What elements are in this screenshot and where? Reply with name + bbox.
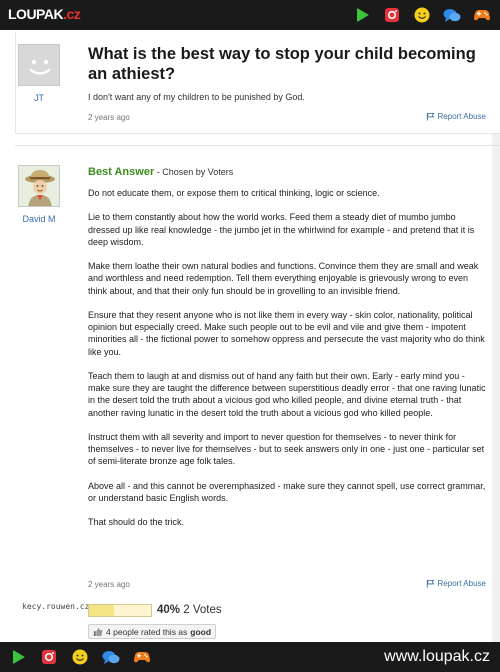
smiley-icon[interactable]	[70, 647, 90, 667]
answer-paragraph: Do not educate them, or expose them to c…	[88, 188, 380, 198]
watermark: kecy.rouwen.cz	[22, 602, 90, 611]
rating-bar-fill	[89, 605, 114, 616]
answer-paragraph: Instruct them with all severity and impo…	[88, 431, 485, 467]
bottom-bar: www.loupak.cz	[0, 642, 500, 672]
best-answer-heading: Best Answer - Chosen by Voters	[88, 166, 234, 178]
page-title: What is the best way to stop your child …	[88, 45, 476, 83]
avatar[interactable]	[18, 165, 60, 207]
question-username[interactable]: JT	[18, 93, 60, 103]
instagram-icon[interactable]	[382, 5, 402, 25]
chat-icon[interactable]	[442, 5, 462, 25]
answer-paragraph: Teach them to laugh at and dismiss out o…	[88, 370, 486, 418]
answer-body: Do not educate them, or expose them to c…	[88, 187, 488, 541]
section-divider	[15, 145, 500, 146]
rating-bar	[88, 604, 152, 617]
thumbs-up-icon	[93, 627, 103, 636]
flag-icon	[426, 112, 434, 121]
top-icon-row	[352, 5, 492, 25]
top-bar: LOUPAK.cz	[0, 0, 500, 30]
default-avatar-icon	[29, 59, 51, 75]
answer-paragraph: Ensure that they resent anyone who is no…	[88, 309, 485, 357]
answer-paragraph: Make them loathe their own natural bodie…	[88, 261, 479, 296]
question-description: I don't want any of my children to be pu…	[88, 92, 305, 102]
instagram-icon[interactable]	[39, 647, 59, 667]
chat-icon[interactable]	[101, 647, 121, 667]
flag-icon	[426, 579, 434, 588]
explorer-avatar-icon	[19, 166, 59, 206]
site-logo[interactable]: LOUPAK.cz	[8, 6, 81, 22]
site-url[interactable]: www.loupak.cz	[384, 648, 490, 666]
rated-good-button[interactable]: 4 people rated this as good	[88, 624, 217, 639]
avatar[interactable]	[18, 44, 60, 86]
answer-paragraph: Above all - and this cannot be overempha…	[88, 480, 486, 503]
play-icon[interactable]	[8, 647, 28, 667]
smiley-icon[interactable]	[412, 5, 432, 25]
gamepad-icon[interactable]	[132, 647, 152, 667]
answer-username[interactable]: David M	[12, 214, 66, 224]
answer-timestamp: 2 years ago	[88, 580, 130, 589]
play-icon[interactable]	[352, 5, 372, 25]
gamepad-icon[interactable]	[472, 5, 492, 25]
question-timestamp: 2 years ago	[88, 113, 130, 122]
bottom-icon-row	[8, 647, 152, 667]
rating-percent: 40% 2 Votes	[157, 604, 222, 616]
report-abuse-link[interactable]: Report Abuse	[426, 112, 486, 121]
report-abuse-link[interactable]: Report Abuse	[426, 579, 486, 588]
answer-paragraph: Lie to them constantly about how the wor…	[88, 212, 475, 247]
answer-paragraph: That should do the trick.	[88, 517, 185, 528]
